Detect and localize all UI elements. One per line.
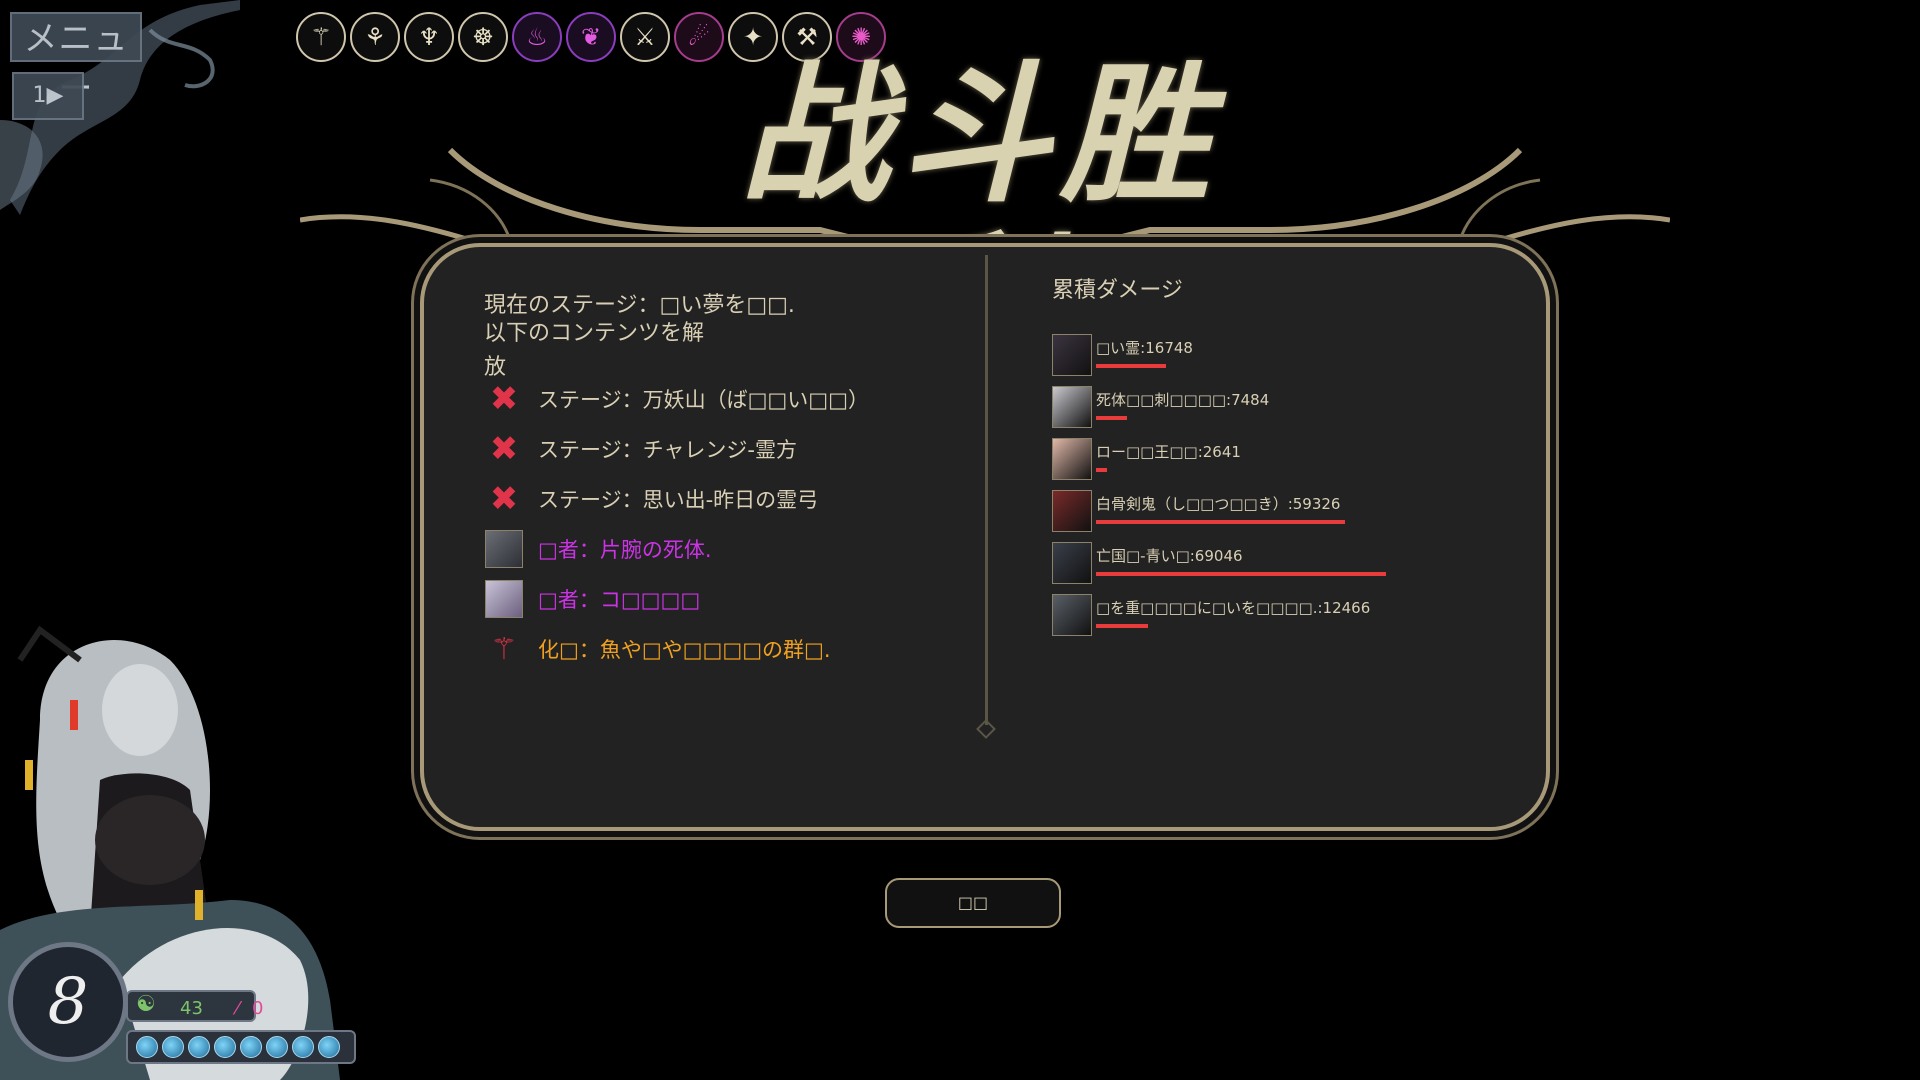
damage-label: □を重□□□□に□いを□□□□.:12466 [1096,599,1371,617]
mana-orb-icon [188,1036,210,1058]
damage-label: ロー□□王□□:2641 [1096,443,1241,461]
damage-bar [1096,624,1148,628]
damage-bar [1096,520,1345,524]
menu-button[interactable]: メニュー [10,12,142,109]
stage-line-2: 以下のコンテンツを解 [484,321,705,346]
figure-icon: ⚚ [490,631,518,667]
mana-orb-icon [214,1036,236,1058]
unlock-item: ✖ ステージ：チャレンジ-霊方 [484,424,869,474]
enemy-portrait [1052,594,1092,636]
confirm-button[interactable]: □□ [885,878,1061,928]
damage-title: 累積ダメージ [1052,278,1183,303]
relic-5-icon[interactable]: ♨ [512,12,562,62]
crossed-swords-icon: ✖ [489,429,519,469]
enemy-portrait [1052,438,1092,480]
portrait-icon [484,578,524,620]
unlock-text: □者：コ□□□□ [538,588,701,612]
mana-orb-icon [240,1036,262,1058]
relic-7-icon[interactable]: ⚔ [620,12,670,62]
crossed-swords-icon: ✖ [489,379,519,419]
crossed-swords-icon: ✖ [489,479,519,519]
speed-toggle-button[interactable]: 1▶ [12,72,84,120]
stage-line-1: 現在のステージ：□い夢を□□. [484,293,795,318]
unlock-item: □者：コ□□□□ [484,574,869,624]
damage-label: 白骨剣鬼（し□□つ□□き）:59326 [1096,495,1341,513]
green-resource-value: 43 [180,998,203,1019]
energy-counter: 8 [8,942,128,1062]
unlock-text: 化□：魚や□や□□□□の群□. [538,638,831,662]
mana-orbs [136,1036,340,1058]
damage-bar [1096,572,1386,576]
mana-orb-icon [162,1036,184,1058]
enemy-portrait [1052,542,1092,584]
pink-resource-value: 0 [252,998,264,1019]
relic-1-icon[interactable]: ⚚ [296,12,346,62]
unlock-item: ✖ ステージ：万妖山（ば□□い□□） [484,374,869,424]
unlock-text: ステージ：チャレンジ-霊方 [538,438,797,462]
mana-orb-icon [318,1036,340,1058]
panel-divider [985,255,988,725]
unlock-text: ステージ：万妖山（ば□□い□□） [538,388,869,412]
enemy-portrait [1052,386,1092,428]
stage-info: 現在のステージ：□い夢を□□. 以下のコンテンツを解 放 [484,292,844,382]
enemy-portrait [1052,334,1092,376]
damage-label: 亡国□-青い□:69046 [1096,547,1243,565]
unlock-text: □者：片腕の死体. [538,538,712,562]
pink-resource-icon: ⁄ [236,998,240,1019]
relic-4-icon[interactable]: ☸ [458,12,508,62]
portrait-icon [484,528,524,570]
damage-bar [1096,364,1166,368]
mana-orb-icon [292,1036,314,1058]
damage-label: □い霊:16748 [1096,339,1193,357]
green-resource-icon: ☯ [136,992,156,1017]
damage-bar [1096,468,1107,472]
mana-orb-icon [136,1036,158,1058]
unlock-text: ステージ：思い出-昨日の霊弓 [538,488,819,512]
unlock-list: ✖ ステージ：万妖山（ば□□い□□） ✖ ステージ：チャレンジ-霊方 ✖ ステージ：思い出… [484,374,869,674]
unlock-item: ⚚ 化□：魚や□や□□□□の群□. [484,624,869,674]
damage-bar [1096,416,1127,420]
enemy-portrait [1052,490,1092,532]
damage-label: 死体□□刺□□□□:7484 [1096,391,1270,409]
relic-2-icon[interactable]: ⚘ [350,12,400,62]
unlock-item: ✖ ステージ：思い出-昨日の霊弓 [484,474,869,524]
unlock-item: □者：片腕の死体. [484,524,869,574]
mana-orb-icon [266,1036,288,1058]
relic-3-icon[interactable]: ♆ [404,12,454,62]
relic-6-icon[interactable]: ❦ [566,12,616,62]
